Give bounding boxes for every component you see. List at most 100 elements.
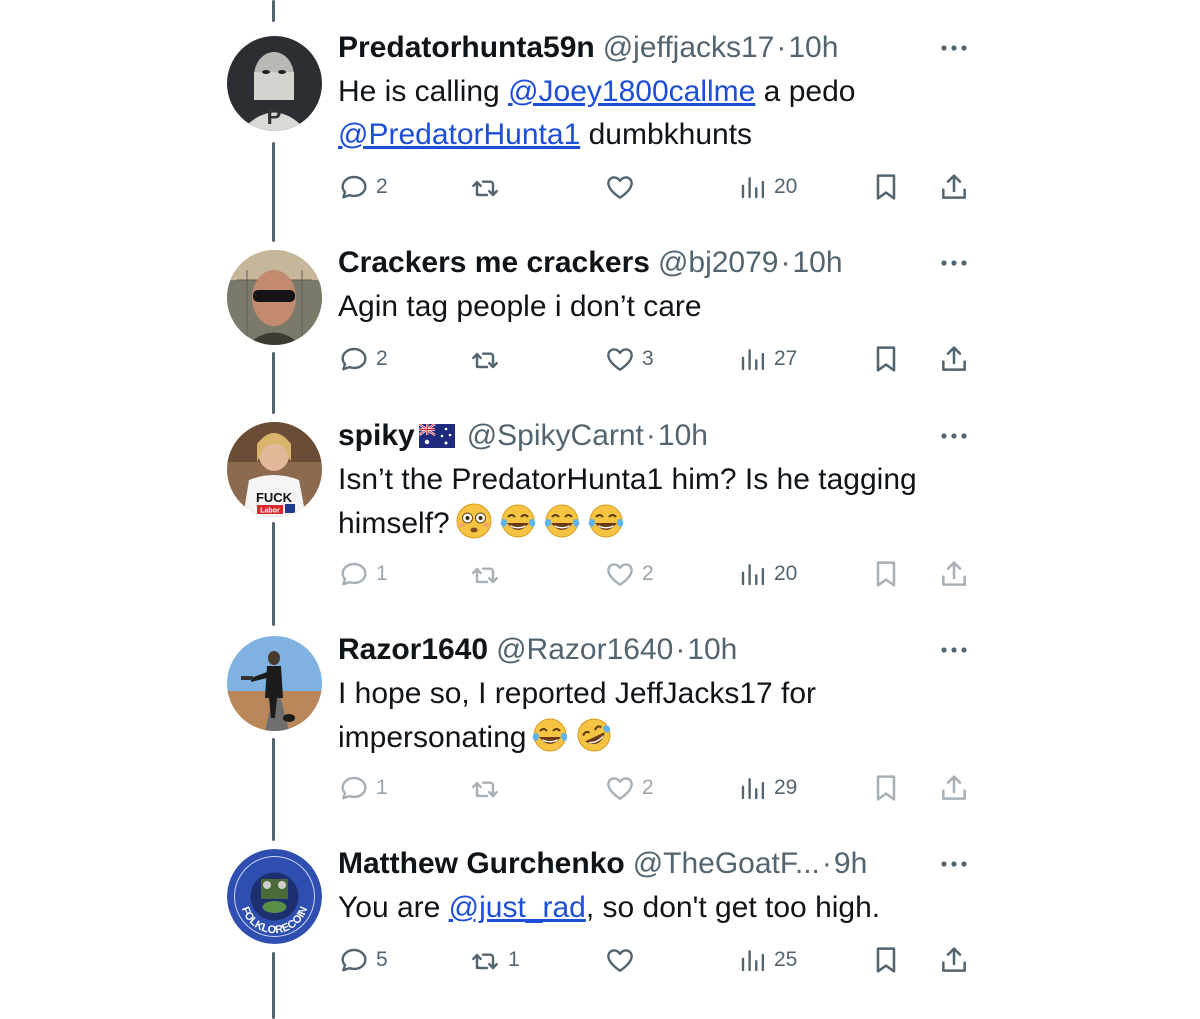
user-handle[interactable]: @Razor1640 [496, 633, 673, 667]
road-warrior-avatar[interactable] [227, 636, 322, 731]
timestamp[interactable]: 10h [788, 31, 838, 65]
tweet-header: Predatorhunta59n @jeffjacks17 · 10h [338, 28, 838, 68]
bookmark-button[interactable] [870, 554, 902, 594]
user-handle[interactable]: @SpikyCarnt [467, 419, 644, 453]
display-name[interactable]: spiky [338, 419, 415, 453]
repost-button[interactable] [468, 167, 508, 207]
views-button[interactable]: 20 [738, 167, 797, 207]
like-button[interactable]: 3 [604, 339, 654, 379]
action-bar: 1 2 20 [338, 554, 978, 594]
more-options-icon[interactable] [938, 40, 970, 56]
timestamp[interactable]: 10h [687, 633, 737, 667]
share-icon [942, 775, 966, 800]
heart-icon [607, 348, 633, 371]
display-name[interactable]: Crackers me crackers [338, 246, 650, 280]
reply-count: 1 [376, 776, 388, 799]
user-handle[interactable]: @bj2079 [658, 246, 779, 280]
repost-button[interactable] [468, 768, 508, 808]
user-handle[interactable]: @jeffjacks17 [603, 31, 775, 65]
bookmark-icon [876, 775, 896, 801]
share-button[interactable] [938, 554, 970, 594]
heart-icon [607, 949, 633, 972]
bald-man-sunglasses-avatar[interactable] [227, 250, 322, 345]
views-button[interactable]: 25 [738, 940, 797, 980]
separator-dot: · [645, 419, 656, 452]
bookmark-button[interactable] [870, 940, 902, 980]
timestamp[interactable]: 10h [658, 419, 708, 453]
timestamp[interactable]: 9h [834, 847, 867, 881]
views-button[interactable]: 27 [738, 339, 797, 379]
reply-button[interactable]: 2 [338, 339, 388, 379]
masked-figure-avatar[interactable]: P [227, 36, 322, 131]
tweet-text: You are @just_rad, so don't get too high… [338, 891, 881, 924]
tweet[interactable]: FUCK Labor spiky @SpikyCarnt · 10h Isn’t… [0, 416, 1200, 596]
share-button[interactable] [938, 940, 970, 980]
bookmark-button[interactable] [870, 167, 902, 207]
bookmark-button[interactable] [870, 339, 902, 379]
repost-icon [472, 781, 498, 798]
mention-link[interactable]: @PredatorHunta1 [338, 118, 580, 151]
views-count: 29 [774, 776, 798, 799]
like-count: 2 [642, 562, 654, 585]
woman-tshirt-avatar[interactable]: FUCK Labor [227, 422, 322, 517]
action-bar: 5 1 25 [338, 940, 978, 980]
bookmark-icon [876, 561, 896, 587]
separator-dot: · [675, 633, 686, 666]
display-name[interactable]: Matthew Gurchenko [338, 847, 625, 881]
flushed-face-emoji [456, 503, 492, 539]
bookmark-icon [876, 174, 896, 200]
svg-text:P: P [267, 104, 282, 129]
folklorecoin-logo-avatar[interactable]: FOLKLORECOIN [227, 849, 322, 944]
like-button[interactable] [604, 940, 642, 980]
tweet-text: Agin tag people i don’t care [338, 290, 702, 323]
tweet[interactable]: FOLKLORECOIN Matthew Gurchenko @TheGoatF… [0, 844, 1200, 994]
reply-button[interactable]: 1 [338, 554, 388, 594]
tears-of-joy-emoji [588, 504, 623, 538]
reply-count: 5 [376, 948, 388, 971]
shirt-text: FUCK [256, 490, 293, 505]
tweet[interactable]: Razor1640 @Razor1640 · 10h I hope so, I … [0, 630, 1200, 810]
rolling-on-floor-laughing-emoji [577, 718, 611, 752]
repost-icon [472, 953, 498, 970]
share-button[interactable] [938, 167, 970, 207]
mention-link[interactable]: @just_rad [449, 891, 586, 924]
display-name[interactable]: Predatorhunta59n [338, 31, 595, 65]
share-icon [942, 947, 966, 972]
like-button[interactable] [604, 167, 642, 207]
views-button[interactable]: 29 [738, 768, 797, 808]
repost-button[interactable] [468, 339, 508, 379]
reply-button[interactable]: 1 [338, 768, 388, 808]
thread-line [272, 0, 275, 22]
views-button[interactable]: 20 [738, 554, 797, 594]
separator-dot: · [776, 31, 787, 64]
views-count: 25 [774, 948, 798, 971]
display-name[interactable]: Razor1640 [338, 633, 488, 667]
bookmark-icon [876, 947, 896, 973]
more-options-icon[interactable] [938, 255, 970, 271]
repost-button[interactable] [468, 554, 508, 594]
views-chart-icon [741, 177, 765, 199]
heart-icon [607, 563, 633, 586]
like-button[interactable]: 2 [604, 768, 654, 808]
bookmark-button[interactable] [870, 768, 902, 808]
tweet[interactable]: P Predatorhunta59n @jeffjacks17 · 10h He… [0, 28, 1200, 218]
share-button[interactable] [938, 768, 970, 808]
repost-icon [472, 567, 498, 584]
views-count: 20 [774, 175, 798, 198]
timestamp[interactable]: 10h [792, 246, 842, 280]
heart-icon [607, 176, 633, 199]
mention-link[interactable]: @Joey1800callme [508, 75, 755, 108]
separator-dot: · [780, 246, 791, 279]
share-button[interactable] [938, 339, 970, 379]
tears-of-joy-emoji [533, 718, 568, 752]
user-handle[interactable]: @TheGoatF... [633, 847, 820, 881]
like-button[interactable]: 2 [604, 554, 654, 594]
more-options-icon[interactable] [938, 428, 970, 444]
more-options-icon[interactable] [938, 856, 970, 872]
reply-button[interactable]: 2 [338, 167, 388, 207]
repost-button[interactable]: 1 [468, 940, 520, 980]
reply-button[interactable]: 5 [338, 940, 388, 980]
more-options-icon[interactable] [938, 642, 970, 658]
tweet[interactable]: Crackers me crackers @bj2079 · 10h Agin … [0, 243, 1200, 383]
views-chart-icon [741, 349, 765, 371]
